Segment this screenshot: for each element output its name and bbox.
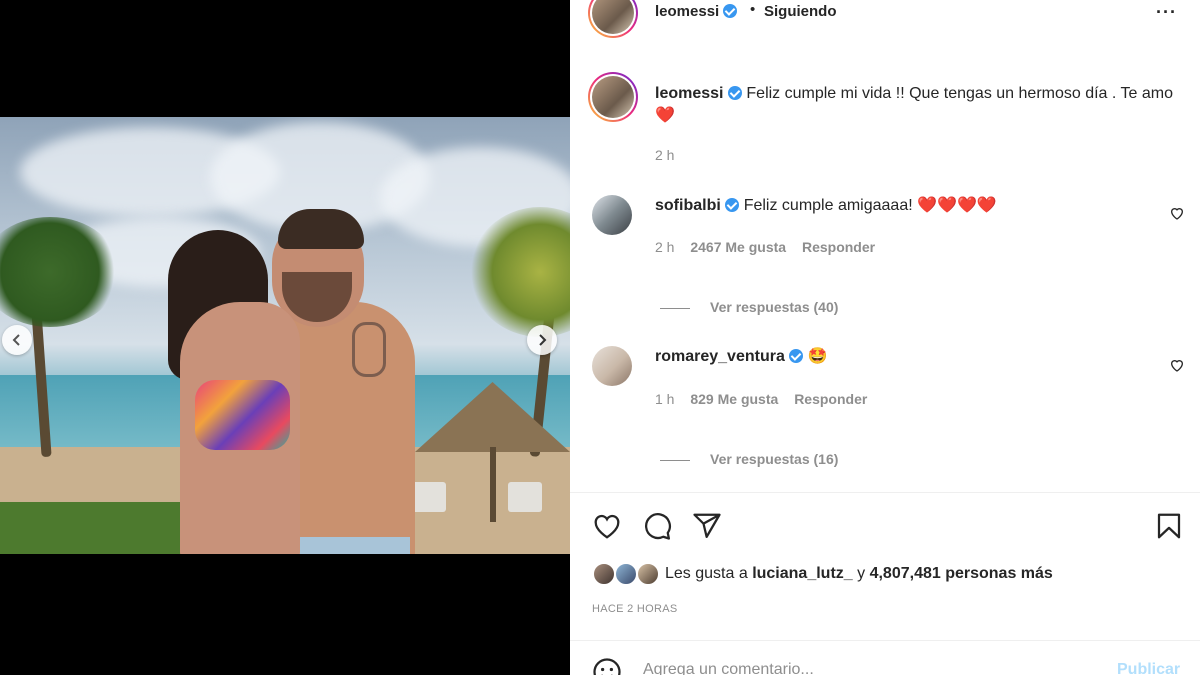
verified-badge-icon <box>727 86 742 100</box>
comment-input[interactable]: Agrega un comentario... <box>643 661 814 675</box>
comment-likes[interactable]: 2467 Me gusta <box>690 239 786 255</box>
comment-like-heart-icon[interactable] <box>1169 357 1185 373</box>
beach-chair <box>412 482 446 512</box>
liker-avatar <box>614 562 638 586</box>
bookmark-icon[interactable] <box>1154 511 1184 541</box>
likes-middle: y <box>857 565 866 582</box>
author-avatar[interactable] <box>588 0 638 38</box>
post-sidebar: leomessi • Siguiendo ··· leomessi Feliz … <box>570 0 1200 675</box>
separator-dot: • <box>750 1 756 18</box>
emoji-icon[interactable] <box>592 657 622 675</box>
share-icon[interactable] <box>692 511 722 541</box>
replies-line <box>660 459 690 461</box>
liker-avatar <box>592 562 616 586</box>
replies-line <box>660 307 690 309</box>
verified-badge-icon <box>725 198 740 212</box>
heart-icon[interactable] <box>592 511 622 541</box>
post-media <box>0 0 570 675</box>
more-options-button[interactable]: ··· <box>1156 2 1177 23</box>
liker-avatar <box>636 562 660 586</box>
bikini <box>195 380 290 450</box>
post-caption: leomessi Feliz cumple mi vida !! Que ten… <box>655 83 1175 127</box>
likes-count[interactable]: 4,807,481 personas más <box>870 565 1053 582</box>
likes-user[interactable]: luciana_lutz_ <box>752 565 852 582</box>
comment-item: sofibalbi Feliz cumple amigaaaa! ❤️❤️❤️❤… <box>655 195 997 217</box>
beach-chair <box>508 482 542 512</box>
publish-button[interactable]: Publicar <box>1117 661 1180 675</box>
comment-item: romarey_ventura 🤩 <box>655 346 828 368</box>
caption-author[interactable]: leomessi <box>655 85 723 102</box>
umbrella-pole <box>490 447 496 522</box>
shorts <box>290 537 410 554</box>
chevron-right-icon <box>539 334 547 346</box>
comment-user[interactable]: romarey_ventura <box>655 348 785 365</box>
comment-time[interactable]: 2 h <box>655 239 674 255</box>
post-photo[interactable] <box>0 117 570 554</box>
comment-meta: 1 h 829 Me gusta Responder <box>655 391 867 407</box>
previous-image-button[interactable] <box>2 325 32 355</box>
commenter-avatar[interactable] <box>592 346 632 386</box>
comment-text: Feliz cumple amigaaaa! <box>743 197 913 214</box>
commenter-avatar[interactable] <box>592 195 632 235</box>
view-replies-button[interactable]: Ver respuestas (40) <box>660 299 838 315</box>
chevron-left-icon <box>12 334 20 346</box>
view-replies-button[interactable]: Ver respuestas (16) <box>660 451 838 467</box>
caption-time[interactable]: 2 h <box>655 147 674 163</box>
next-image-button[interactable] <box>527 325 557 355</box>
comment-box: Agrega un comentario... Publicar <box>570 640 1200 675</box>
verified-badge-icon <box>789 349 804 363</box>
actions-divider <box>570 492 1200 493</box>
author-username[interactable]: leomessi <box>655 3 738 20</box>
verified-badge-icon <box>723 4 738 18</box>
man-hair <box>278 209 364 249</box>
comment-likes[interactable]: 829 Me gusta <box>690 391 778 407</box>
reply-button[interactable]: Responder <box>794 391 867 407</box>
following-button[interactable]: Siguiendo <box>764 3 837 20</box>
caption-text: Feliz cumple mi vida !! Que tengas un he… <box>746 85 1173 102</box>
comment-emojis: 🤩 <box>807 348 828 365</box>
comment-emojis: ❤️❤️❤️❤️ <box>917 197 997 214</box>
reply-button[interactable]: Responder <box>802 239 875 255</box>
comment-meta: 2 h 2467 Me gusta Responder <box>655 239 875 255</box>
likes-summary: Les gusta a luciana_lutz_ y 4,807,481 pe… <box>665 565 1053 583</box>
caption-author-avatar[interactable] <box>588 72 638 122</box>
comment-like-heart-icon[interactable] <box>1169 205 1185 221</box>
post-time-ago[interactable]: HACE 2 HORAS <box>592 603 678 615</box>
comment-user[interactable]: sofibalbi <box>655 197 721 214</box>
tattoo <box>352 322 386 377</box>
caption-heart-emoji: ❤️ <box>655 107 675 124</box>
comment-icon[interactable] <box>642 511 672 541</box>
comment-time[interactable]: 1 h <box>655 391 674 407</box>
post-header: leomessi • Siguiendo ··· <box>570 0 1200 40</box>
likes-prefix: Les gusta a <box>665 565 748 582</box>
